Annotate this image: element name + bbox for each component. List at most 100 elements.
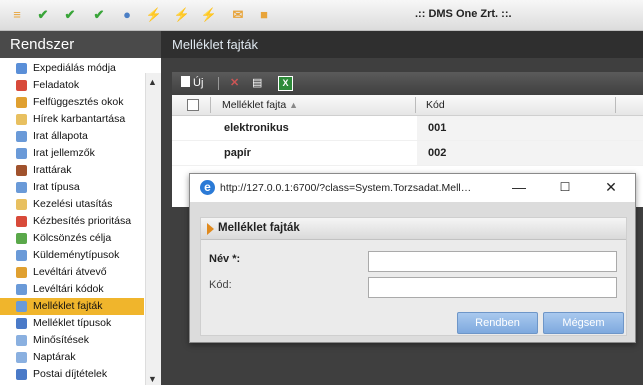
cell-kod-bg: 002 xyxy=(417,141,643,165)
sidebar-item[interactable]: Irattárak xyxy=(0,162,144,179)
mail-icon[interactable]: ✉ xyxy=(230,7,246,23)
users-icon[interactable]: ● xyxy=(119,7,135,23)
sidebar-item[interactable]: Hírek karbantartása xyxy=(0,111,144,128)
code-label: Kód: xyxy=(209,279,232,291)
sidebar-item-label: Melléklet típusok xyxy=(33,317,112,329)
news-icon xyxy=(16,114,27,125)
sidebar-item[interactable]: Melléklet fajták xyxy=(0,298,144,315)
name-label: Név *: xyxy=(209,253,241,265)
sidebar-item-label: Expediálás módja xyxy=(33,62,116,74)
minimize-icon[interactable]: — xyxy=(511,179,527,195)
sort-asc-icon: ▲ xyxy=(289,100,299,110)
browser-icon: e xyxy=(200,180,215,195)
grid-toolbar: Új ✕ ▤ X xyxy=(172,72,643,95)
cell-kod-bg: 001 xyxy=(417,116,643,140)
sidebar-item[interactable]: Küldeménytípusok xyxy=(0,247,144,264)
sidebar-item[interactable]: Levéltári kódok xyxy=(0,281,144,298)
sidebar-item[interactable]: Minősítések xyxy=(0,332,144,349)
name-field[interactable] xyxy=(368,251,617,272)
form-header: Melléklet fajták xyxy=(201,218,626,240)
sidebar-item-label: Postai díjtételek xyxy=(33,368,108,380)
priority-icon xyxy=(16,216,27,227)
new-button[interactable]: Új xyxy=(181,76,203,91)
sidebar-scrollbar[interactable]: ▲ ▼ xyxy=(145,73,161,385)
sidebar-item[interactable]: Irat állapota xyxy=(0,128,144,145)
document-props-icon xyxy=(16,148,27,159)
table-row[interactable]: papír 002 xyxy=(172,141,643,166)
double-check-icon[interactable]: ✔ xyxy=(62,7,78,23)
sidebar-item[interactable]: Postai díjtételek xyxy=(0,366,144,383)
archive-icon xyxy=(16,165,27,176)
sidebar-list: Expediálás módja Feladatok Felfüggesztés o… xyxy=(0,60,144,383)
cell-fajta: elektronikus xyxy=(224,122,289,134)
sidebar-item-label: Minősítések xyxy=(33,334,90,346)
popup-url: http://127.0.0.1:6700/?class=System.Torz… xyxy=(220,182,472,194)
table-row[interactable]: elektronikus 001 xyxy=(172,116,643,141)
sidebar-item[interactable]: Irat típusa xyxy=(0,179,144,196)
check-icon[interactable]: ✔ xyxy=(35,7,51,23)
sidebar-item-label: Irat típusa xyxy=(33,181,80,193)
popup-titlebar[interactable]: e http://127.0.0.1:6700/?class=System.To… xyxy=(190,174,635,202)
folder-icon[interactable]: ■ xyxy=(256,7,272,23)
document-check-icon[interactable]: ✔ xyxy=(91,7,107,23)
archive-receiver-icon xyxy=(16,267,27,278)
green-lightning-icon[interactable]: ⚡ xyxy=(146,7,162,23)
excel-export-icon[interactable]: X xyxy=(278,76,293,91)
sidebar-item-label: Hírek karbantartása xyxy=(33,113,126,125)
sidebar-item-label: Levéltári átvevő xyxy=(33,266,107,278)
sidebar-item[interactable]: Kézbesítés prioritása xyxy=(0,213,144,230)
suspend-icon xyxy=(16,97,27,108)
column-header-kod[interactable]: Kód xyxy=(426,99,445,111)
code-field[interactable] xyxy=(368,277,617,298)
menu-icon[interactable]: ≡ xyxy=(9,7,25,23)
sidebar-item-label: Irat jellemzők xyxy=(33,147,95,159)
sidebar-item-label: Küldeménytípusok xyxy=(33,249,120,261)
sidebar-item[interactable]: Levéltári átvevő xyxy=(0,264,144,281)
sidebar-item[interactable]: Naptárak xyxy=(0,349,144,366)
maximize-icon[interactable]: ☐ xyxy=(557,179,573,195)
form-title: Melléklet fajták xyxy=(218,222,300,234)
delete-icon[interactable]: ✕ xyxy=(230,76,239,91)
attachment-types-icon xyxy=(16,318,27,329)
column-header-fajta[interactable]: Melléklet fajta ▲ xyxy=(222,99,298,111)
tasks-icon xyxy=(16,80,27,91)
sidebar-item-label: Kézbesítés prioritása xyxy=(33,215,132,227)
sidebar-item[interactable]: Kezelési utasítás xyxy=(0,196,144,213)
sidebar-item-label: Irattárak xyxy=(33,164,72,176)
sidebar-item-label: Naptárak xyxy=(33,351,76,363)
document-type-icon xyxy=(16,182,27,193)
cancel-button[interactable]: Mégsem xyxy=(543,312,624,334)
sidebar-item[interactable]: Felfüggesztés okok xyxy=(0,94,144,111)
blue-lightning-icon[interactable]: ⚡ xyxy=(174,7,190,23)
classification-icon xyxy=(16,335,27,346)
column-header-fajta-label: Melléklet fajta xyxy=(222,99,287,111)
sidebar-item-label: Melléklet fajták xyxy=(33,300,103,312)
grid-header: Melléklet fajta ▲ Kód xyxy=(172,95,643,116)
sidebar-item-label: Felfüggesztés okok xyxy=(33,96,124,108)
sidebar-item[interactable]: Irat jellemzők xyxy=(0,145,144,162)
sidebar-item-label: Feladatok xyxy=(33,79,80,91)
form-panel: Melléklet fajták Név *: Kód: Rendben Még… xyxy=(200,217,627,336)
close-icon[interactable]: ✕ xyxy=(603,179,619,195)
scroll-up-icon[interactable]: ▲ xyxy=(148,77,157,87)
page-title: Melléklet fajták xyxy=(161,31,643,58)
sidebar: Rendszer Expediálás módja Feladatok Felfüg… xyxy=(0,31,161,385)
red-lightning-icon[interactable]: ⚡ xyxy=(201,7,217,23)
sidebar-item[interactable]: Feladatok xyxy=(0,77,144,94)
sidebar-item-label: Irat állapota xyxy=(33,130,88,142)
select-all-checkbox[interactable] xyxy=(187,99,199,111)
ok-button[interactable]: Rendben xyxy=(457,312,538,334)
expedition-icon xyxy=(16,63,27,74)
sidebar-item-label: Kezelési utasítás xyxy=(33,198,113,210)
sidebar-item[interactable]: Expediálás módja xyxy=(0,60,144,77)
brand-title: .:: DMS One Zrt. ::. xyxy=(415,8,512,20)
calendar-icon xyxy=(16,352,27,363)
sidebar-item[interactable]: Kölcsönzés célja xyxy=(0,230,144,247)
scroll-down-icon[interactable]: ▼ xyxy=(148,374,157,384)
sidebar-item[interactable]: Melléklet típusok xyxy=(0,315,144,332)
attachment-kinds-icon xyxy=(16,301,27,312)
panel-arrow-icon xyxy=(207,223,214,235)
print-icon[interactable]: ▤ xyxy=(252,76,262,91)
new-document-icon xyxy=(181,76,190,87)
document-status-icon xyxy=(16,131,27,142)
